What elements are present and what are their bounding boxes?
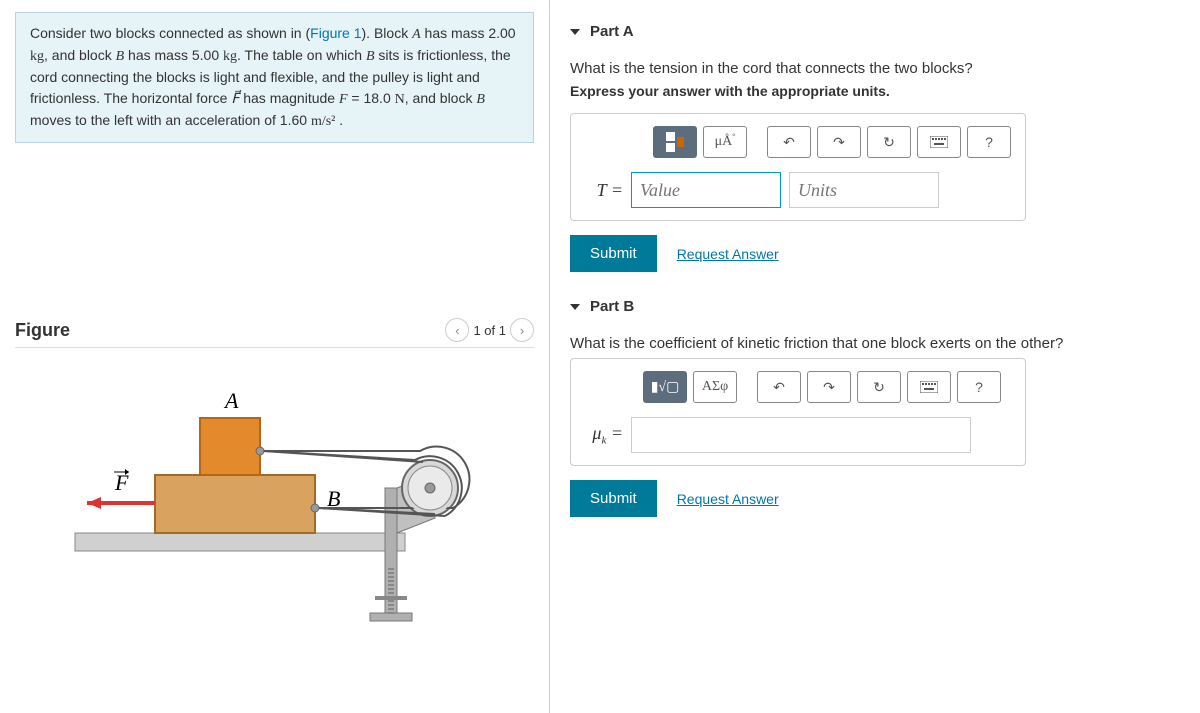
part-a-title: Part A: [590, 23, 634, 40]
problem-statement: Consider two blocks connected as shown i…: [15, 12, 534, 143]
figure-link[interactable]: Figure 1: [310, 25, 361, 41]
help-button-b[interactable]: ?: [957, 371, 1001, 403]
svg-text:F: F: [114, 470, 129, 495]
part-a-units-input[interactable]: [789, 172, 939, 208]
svg-text:B: B: [327, 486, 340, 511]
part-a-value-input[interactable]: [631, 172, 781, 208]
part-a: Part A What is the tension in the cord t…: [570, 15, 1180, 272]
part-a-request-answer-link[interactable]: Request Answer: [677, 246, 779, 262]
part-a-question: What is the tension in the cord that con…: [570, 60, 1180, 77]
part-b-question: What is the coefficient of kinetic frict…: [570, 335, 1180, 352]
figure-next-button[interactable]: ›: [510, 318, 534, 342]
figure-title: Figure: [15, 320, 70, 341]
part-a-var-label: T =: [583, 180, 623, 201]
reset-button[interactable]: ↻: [867, 126, 911, 158]
greek-button[interactable]: ΑΣφ: [693, 371, 737, 403]
part-a-header[interactable]: Part A: [570, 15, 1180, 48]
undo-button-b[interactable]: ↶: [757, 371, 801, 403]
part-b-value-input[interactable]: [631, 417, 971, 453]
reset-button-b[interactable]: ↻: [857, 371, 901, 403]
part-b-title: Part B: [590, 298, 634, 315]
redo-button[interactable]: ↷: [817, 126, 861, 158]
part-b-header[interactable]: Part B: [570, 290, 1180, 323]
redo-button-b[interactable]: ↷: [807, 371, 851, 403]
figure-pager-text: 1 of 1: [473, 323, 506, 338]
figure-diagram: A B F: [15, 358, 475, 628]
template-button[interactable]: [653, 126, 697, 158]
part-a-answerbox: μÅ° ↶ ↷ ↻ ? T =: [570, 113, 1026, 221]
part-b-submit-button[interactable]: Submit: [570, 480, 657, 517]
part-b: Part B What is the coefficient of kineti…: [570, 290, 1180, 517]
help-button[interactable]: ?: [967, 126, 1011, 158]
units-button[interactable]: μÅ°: [703, 126, 747, 158]
keyboard-button[interactable]: [917, 126, 961, 158]
sqrt-template-button[interactable]: ▮√▢: [643, 371, 687, 403]
figure-prev-button[interactable]: ‹: [445, 318, 469, 342]
svg-text:A: A: [223, 388, 239, 413]
part-a-instruction: Express your answer with the appropriate…: [570, 83, 1180, 99]
caret-down-icon: [570, 304, 580, 310]
part-a-submit-button[interactable]: Submit: [570, 235, 657, 272]
keyboard-button-b[interactable]: [907, 371, 951, 403]
part-b-request-answer-link[interactable]: Request Answer: [677, 491, 779, 507]
figure-pager: ‹ 1 of 1 ›: [445, 318, 534, 342]
part-b-answerbox: ▮√▢ ΑΣφ ↶ ↷ ↻ ? μk =: [570, 358, 1026, 466]
part-b-var-label: μk =: [583, 423, 623, 447]
undo-button[interactable]: ↶: [767, 126, 811, 158]
caret-down-icon: [570, 29, 580, 35]
